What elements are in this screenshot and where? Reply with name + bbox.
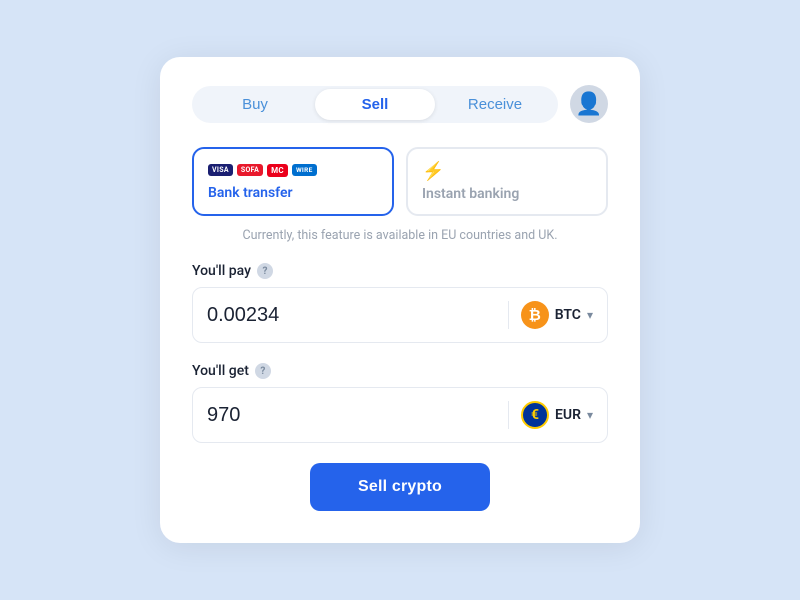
visa-logo: VISA: [208, 164, 233, 176]
pay-currency-selector[interactable]: ₿ BTC ▾: [508, 301, 593, 329]
pay-currency-code: BTC: [555, 307, 581, 323]
pay-input-row: ₿ BTC ▾: [192, 287, 608, 343]
instant-banking-label: Instant banking: [422, 186, 592, 202]
lightning-icon: ⚡: [422, 161, 592, 182]
get-help-icon[interactable]: ?: [255, 363, 271, 379]
user-avatar-icon: 👤: [575, 93, 602, 115]
eur-icon: €: [521, 401, 549, 429]
pay-currency-chevron: ▾: [587, 308, 593, 322]
get-currency-code: EUR: [555, 407, 581, 423]
tab-sell[interactable]: Sell: [315, 89, 435, 120]
get-field-label: You'll get ?: [192, 363, 608, 379]
btc-icon: ₿: [521, 301, 549, 329]
sell-crypto-button[interactable]: Sell crypto: [310, 463, 490, 511]
sofa-logo: SOFA: [237, 164, 263, 176]
bank-transfer-label: Bank transfer: [208, 185, 378, 201]
availability-note: Currently, this feature is available in …: [192, 228, 608, 243]
pay-help-icon[interactable]: ?: [257, 263, 273, 279]
get-currency-selector[interactable]: € EUR ▾: [508, 401, 593, 429]
pay-field-label: You'll pay ?: [192, 263, 608, 279]
get-currency-chevron: ▾: [587, 408, 593, 422]
tab-group: Buy Sell Receive: [192, 86, 558, 123]
mc-logo: MC: [267, 164, 288, 177]
bank-transfer-option[interactable]: VISA SOFA MC WIRE Bank transfer: [192, 147, 394, 216]
user-avatar-button[interactable]: 👤: [570, 85, 608, 123]
tab-receive[interactable]: Receive: [435, 89, 555, 120]
instant-banking-option[interactable]: ⚡ Instant banking: [406, 147, 608, 216]
wire-logo: WIRE: [292, 164, 317, 176]
payment-methods-group: VISA SOFA MC WIRE Bank transfer ⚡ Instan…: [192, 147, 608, 216]
pay-amount-input[interactable]: [207, 304, 508, 327]
header: Buy Sell Receive 👤: [192, 85, 608, 123]
get-amount-input[interactable]: [207, 404, 508, 427]
tab-buy[interactable]: Buy: [195, 89, 315, 120]
get-input-row: € EUR ▾: [192, 387, 608, 443]
main-card: Buy Sell Receive 👤 VISA SOFA MC WIRE Ban…: [160, 57, 640, 543]
bank-transfer-logos: VISA SOFA MC WIRE: [208, 161, 378, 179]
